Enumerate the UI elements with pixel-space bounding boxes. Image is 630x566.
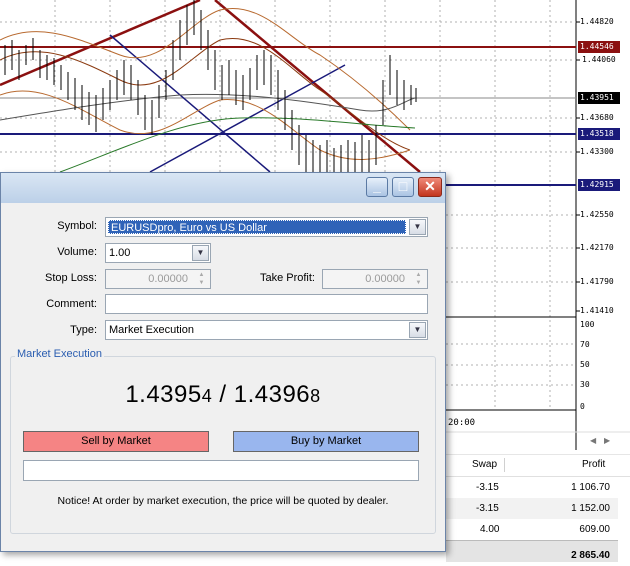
table-row[interactable]: 4.00 609.00 <box>446 519 618 540</box>
maximize-button[interactable]: □ <box>392 177 414 197</box>
type-value: Market Execution <box>109 324 194 336</box>
profit-cell: 1 106.70 <box>571 482 610 493</box>
buy-by-market-button[interactable]: Buy by Market <box>233 431 419 452</box>
close-button[interactable]: ✕ <box>418 177 442 197</box>
volume-label: Volume: <box>57 246 97 258</box>
total-row: 2 865.40 <box>446 540 618 562</box>
volume-combobox[interactable]: 1.00 ▼ <box>105 243 211 263</box>
dialog-titlebar[interactable]: _ □ ✕ <box>1 173 445 203</box>
time-axis-label: 20:00 <box>448 418 476 428</box>
symbol-label: Symbol: <box>57 220 97 232</box>
spin-up-icon[interactable]: ▲ <box>411 271 426 279</box>
type-select[interactable]: Market Execution ▼ <box>105 320 428 340</box>
terminal-header: Swap Profit <box>446 455 630 477</box>
profit-cell: 609.00 <box>579 524 610 535</box>
column-header-profit[interactable]: Profit <box>582 455 605 475</box>
spin-down-icon[interactable]: ▼ <box>194 279 209 287</box>
oscillator-label: 0 <box>580 402 585 411</box>
price-label: 1.42170 <box>580 243 614 252</box>
blue-level-price-tag-1: 1.43518 <box>578 128 620 140</box>
column-header-swap[interactable]: Swap <box>472 455 497 475</box>
chevron-down-icon[interactable]: ▼ <box>409 322 426 338</box>
oscillator-label: 50 <box>580 360 590 369</box>
stop-loss-field[interactable]: 0.00000 ▲ ▼ <box>105 269 211 289</box>
current-price-tag: 1.43951 <box>578 92 620 104</box>
price-label: 1.43300 <box>580 147 614 156</box>
trend-line-red-up <box>0 0 201 87</box>
scroll-right-icon[interactable]: ▶ <box>604 436 610 445</box>
bid-pip: 4 <box>201 386 213 406</box>
oscillator-label: 100 <box>580 320 595 329</box>
comment-input[interactable] <box>105 294 428 314</box>
swap-cell: -3.15 <box>476 503 499 514</box>
chevron-down-icon[interactable]: ▼ <box>192 245 209 261</box>
spin-up-icon[interactable]: ▲ <box>194 271 209 279</box>
ask-pip: 8 <box>310 386 321 406</box>
price-label: 1.44060 <box>582 55 616 64</box>
red-level-price-tag: 1.44546 <box>578 41 620 53</box>
take-profit-field[interactable]: 0.00000 ▲ ▼ <box>322 269 428 289</box>
ask-price: 1.4396 <box>233 381 311 408</box>
price-label: 1.44820 <box>580 17 614 26</box>
swap-cell: -3.15 <box>476 482 499 493</box>
quote-separator: / <box>212 381 234 408</box>
price-label: 1.42550 <box>580 210 614 219</box>
stop-loss-label: Stop Loss: <box>45 272 97 284</box>
symbol-select[interactable]: EURUSDpro, Euro vs US Dollar ▼ <box>105 217 428 237</box>
order-dialog: _ □ ✕ Symbol: EURUSDpro, Euro vs US Doll… <box>0 172 446 552</box>
trend-line-red-down <box>214 0 421 173</box>
price-label: 1.43680 <box>580 113 614 122</box>
oscillator-label: 70 <box>580 340 590 349</box>
table-row[interactable]: -3.15 1 106.70 <box>446 477 618 498</box>
table-row[interactable]: -3.15 1 152.00 <box>446 498 618 519</box>
minimize-button[interactable]: _ <box>366 177 388 197</box>
profit-cell: 1 152.00 <box>571 503 610 514</box>
swap-cell: 4.00 <box>480 524 500 535</box>
spin-down-icon[interactable]: ▼ <box>411 279 426 287</box>
column-divider <box>504 458 505 472</box>
take-profit-value: 0.00000 <box>365 273 405 285</box>
oscillator-label: 30 <box>580 380 590 389</box>
comment-label: Comment: <box>46 298 97 310</box>
symbol-value: EURUSDpro, Euro vs US Dollar <box>108 220 406 234</box>
group-title: Market Execution <box>15 348 104 360</box>
price-quote: 1.43954 / 1.43968 <box>1 381 445 409</box>
scroll-left-icon[interactable]: ◀ <box>590 436 596 445</box>
volume-value: 1.00 <box>109 247 131 259</box>
blue-level-price-tag-2: 1.42915 <box>578 179 620 191</box>
type-label: Type: <box>70 324 97 336</box>
price-label: 1.41790 <box>580 277 614 286</box>
execution-status-field <box>23 460 419 481</box>
chevron-down-icon[interactable]: ▼ <box>409 219 426 235</box>
stop-loss-value: 0.00000 <box>148 273 188 285</box>
sell-by-market-button[interactable]: Sell by Market <box>23 431 209 452</box>
take-profit-label: Take Profit: <box>259 272 315 284</box>
bid-price: 1.4395 <box>125 381 202 408</box>
candles <box>4 0 417 172</box>
notice-text: Notice! At order by market execution, th… <box>57 495 389 507</box>
trend-line-blue-down <box>109 34 271 173</box>
price-label: 1.41410 <box>580 306 614 315</box>
terminal-table: Swap Profit -3.15 1 106.70 -3.15 1 152.0… <box>446 455 630 565</box>
total-profit: 2 865.40 <box>571 550 610 561</box>
